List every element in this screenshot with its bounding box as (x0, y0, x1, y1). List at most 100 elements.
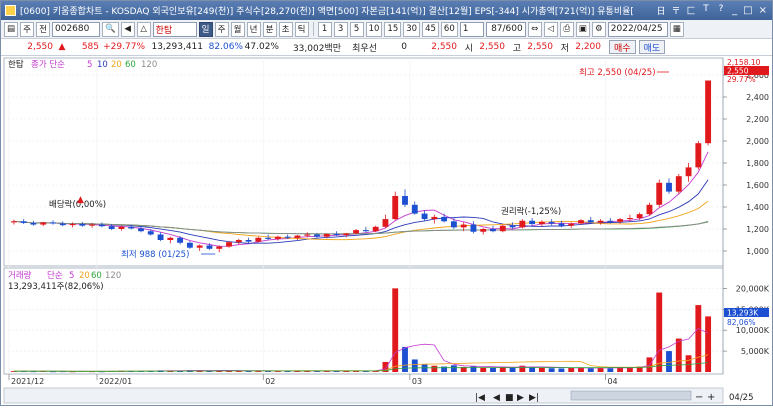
bell-icon[interactable]: △ (136, 21, 151, 37)
last-icon[interactable]: ▶| (529, 393, 539, 403)
quote-open: 2,550 (479, 42, 505, 52)
fit-icon[interactable]: ⇔ (527, 21, 542, 37)
annot-rights: 권리락(-1,25%) (501, 206, 561, 217)
search-icon[interactable]: 🔍 (102, 21, 119, 37)
candle-body (333, 233, 340, 236)
candle-body (89, 224, 96, 226)
candle-body (646, 204, 653, 215)
candle-body (578, 220, 584, 224)
candle-body (177, 237, 184, 243)
minute-15[interactable]: 15 (384, 21, 402, 37)
window-title: [0600] 키움종합차트 - KOSDAQ 외국인보유[249(천)] 주식수… (20, 7, 634, 17)
open-label: 시 (464, 43, 473, 54)
link-icon[interactable]: 日 (656, 4, 666, 17)
calendar-icon[interactable]: ▦ (669, 21, 684, 37)
candle-body (392, 196, 399, 220)
y-tick-label: 1,200 (746, 225, 769, 234)
volume-bar (685, 355, 692, 372)
period-second[interactable]: 초 (278, 21, 293, 37)
pin-icon[interactable]: 〒 (671, 4, 681, 17)
candle-body (587, 220, 594, 223)
count-input[interactable]: 87/600 (485, 21, 526, 37)
volume-bar (705, 316, 712, 372)
quote-change-pct: +29.77% (103, 42, 145, 52)
quote-bar: 2,550 ▲ 585 +29.77% 13,293,411 82.06% 47… (1, 39, 772, 56)
volume-panel-frame (3, 267, 724, 375)
stop-icon[interactable]: ■ (505, 393, 514, 403)
y-tick-label: 1,600 (746, 181, 769, 190)
minute-3[interactable]: 3 (333, 21, 348, 37)
print-icon[interactable]: ⎙ (559, 21, 574, 37)
first-icon[interactable]: |◀ (475, 393, 485, 403)
ma-20: 20 (111, 60, 122, 70)
buy-button[interactable]: 매수 (609, 40, 636, 54)
candle-body (656, 182, 663, 205)
prev-button[interactable]: 전 (36, 21, 50, 37)
x-tick-label: 02 (265, 377, 275, 386)
vy-tick-label: 10,000K (736, 326, 770, 335)
candle-body (636, 214, 643, 218)
x-tick-label: 04 (607, 377, 617, 386)
vy-tick-label: 5,000K (741, 347, 770, 356)
maximize-icon[interactable]: □ (743, 5, 752, 16)
title-bar: [0600] 키움종합차트 - KOSDAQ 외국인보유[249(천)] 주식수… (1, 1, 772, 20)
period-minute[interactable]: 분 (262, 21, 277, 37)
period-week[interactable]: 주 (214, 21, 229, 37)
menu-icon[interactable]: ▤ (4, 21, 18, 37)
minute-45[interactable]: 45 (422, 21, 439, 37)
y-tick-label: 1,800 (746, 159, 769, 168)
volume-legend-ma: 단순 (47, 270, 63, 281)
chart-canvas[interactable]: 2,6002,4002,2002,0001,8001,6001,4001,200… (1, 56, 772, 407)
minute-5[interactable]: 5 (349, 21, 364, 37)
next-icon[interactable]: ▶ (517, 393, 524, 403)
x-right-label: 04/25 (729, 393, 754, 403)
scroll-thumb[interactable] (570, 390, 692, 401)
candle-body (235, 240, 242, 243)
text-icon[interactable]: T (701, 4, 711, 17)
quote-high: 2,550 (527, 42, 553, 52)
minute-30[interactable]: 30 (403, 21, 421, 37)
volume-bar (431, 365, 438, 372)
close-icon[interactable]: × (759, 5, 767, 16)
period-year[interactable]: 년 (246, 21, 261, 37)
minute-input[interactable]: 1 (459, 21, 484, 37)
low-label: 저 (560, 43, 569, 54)
candle-body (558, 223, 565, 226)
candle-body (167, 237, 174, 240)
candle-body (529, 220, 536, 225)
quote-low: 2,200 (575, 42, 601, 52)
save-icon[interactable]: ▣ (575, 21, 590, 37)
settings-icon[interactable]: ⚙ (591, 21, 606, 37)
minute-1[interactable]: 1 (317, 21, 332, 37)
period-day[interactable]: 일 (198, 21, 213, 37)
speaker-icon[interactable]: ◀ (120, 21, 135, 37)
period-month[interactable]: 월 (230, 21, 245, 37)
candle-body (118, 226, 125, 229)
type-select[interactable]: 주 (20, 21, 34, 37)
candle-body (274, 236, 281, 239)
prev-data-icon[interactable]: ◁ (543, 21, 558, 37)
prev-icon[interactable]: ◀ (493, 393, 500, 403)
candle-body (186, 242, 193, 248)
period-tick[interactable]: 틱 (294, 21, 309, 37)
minimize-icon[interactable]: _ (732, 5, 737, 16)
minute-10[interactable]: 10 (365, 21, 383, 37)
help-icon[interactable]: ? (716, 4, 726, 17)
candle-body (441, 216, 448, 222)
code-input[interactable]: 002680 (52, 21, 100, 37)
sell-button[interactable]: 매도 (638, 40, 666, 54)
date-input[interactable]: 2022/04/25 (607, 21, 668, 37)
zoom-in-icon[interactable]: + (707, 392, 715, 403)
y-tick-label: 2,000 (746, 137, 769, 146)
volume-bar (470, 366, 477, 372)
dividend-arrow-icon: ▲ (77, 195, 84, 205)
candle-body (666, 182, 672, 192)
high-label: 고 (512, 43, 521, 54)
ma-60: 60 (125, 60, 136, 70)
y-axis: 2,6002,4002,2002,0001,8001,6001,4001,200… (723, 71, 769, 256)
minute-60[interactable]: 60 (440, 21, 458, 37)
screen-icon[interactable]: 匚 (686, 4, 696, 17)
volume-bar (587, 368, 594, 372)
stock-name[interactable]: 한탑 (152, 21, 197, 37)
zoom-out-icon[interactable]: − (695, 392, 703, 403)
